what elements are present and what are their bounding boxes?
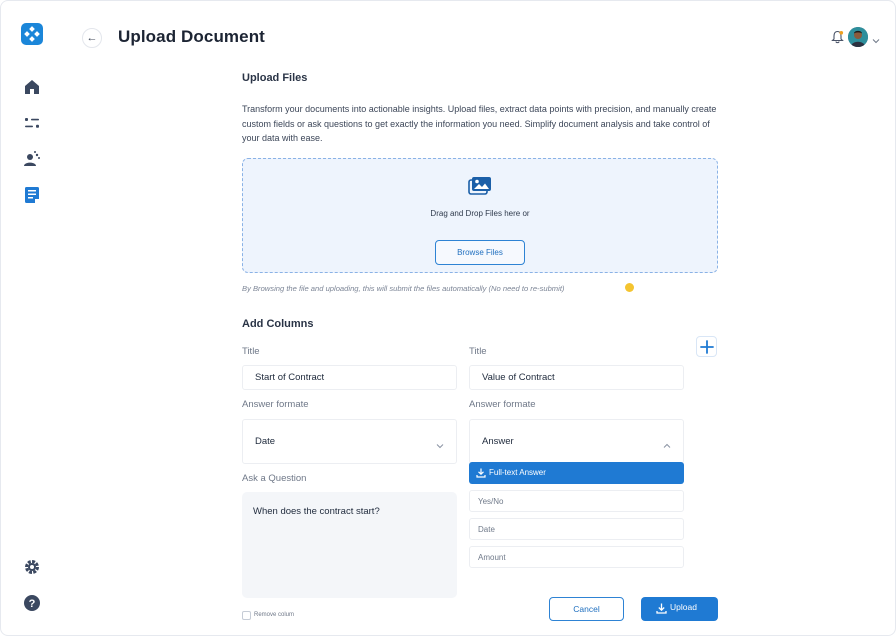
bell-icon[interactable] (831, 30, 844, 44)
cancel-button[interactable]: Cancel (549, 597, 624, 621)
remove-column-label: Remove colum (254, 612, 295, 618)
add-column-button[interactable] (696, 336, 717, 357)
auto-submit-note: By Browsing the file and uploading, this… (242, 284, 565, 293)
document-list-icon[interactable] (22, 185, 42, 205)
chevron-down-icon (436, 437, 444, 449)
arrow-left-icon: ← (86, 32, 98, 44)
chevron-down-icon[interactable] (872, 32, 880, 44)
download-icon (476, 468, 486, 478)
option-label: Full-text Answer (489, 468, 546, 477)
gear-icon[interactable] (22, 557, 42, 577)
answer-format-label: Answer formate (242, 399, 309, 410)
browse-files-button[interactable]: Browse Files (435, 240, 525, 265)
page-title: Upload Document (118, 27, 265, 46)
upload-files-heading: Upload Files (242, 72, 308, 84)
sliders-icon[interactable] (22, 113, 42, 133)
back-button[interactable]: ← (82, 28, 102, 48)
upload-button[interactable]: Upload (641, 597, 718, 621)
help-icon[interactable]: ? (22, 593, 42, 613)
answer-format-label: Answer formate (469, 399, 536, 410)
title-input[interactable]: Value of Contract (469, 365, 684, 390)
avatar[interactable] (848, 27, 868, 47)
ask-question-label: Ask a Question (242, 473, 307, 484)
remove-column-checkbox[interactable] (242, 611, 251, 620)
answer-format-select[interactable]: Answer (469, 419, 684, 464)
answer-format-select[interactable]: Date (242, 419, 457, 464)
dropzone-text: Drag and Drop Files here or (430, 209, 530, 218)
upload-label: Upload (670, 602, 697, 612)
format-option-date[interactable]: Date (469, 518, 684, 540)
format-option-yes-no[interactable]: Yes/No (469, 490, 684, 512)
app-logo[interactable] (21, 23, 43, 45)
svg-text:?: ? (29, 598, 36, 610)
chevron-up-icon (663, 437, 671, 448)
users-spark-icon[interactable] (22, 149, 42, 169)
images-icon (468, 176, 492, 196)
upload-description: Transform your documents into actionable… (242, 104, 717, 143)
download-icon (656, 603, 667, 614)
info-dot-icon (625, 283, 634, 292)
title-label: Title (242, 346, 260, 357)
home-icon[interactable] (22, 77, 42, 97)
add-columns-heading: Add Columns (242, 318, 314, 330)
format-option-amount[interactable]: Amount (469, 546, 684, 568)
question-textarea[interactable]: When does the contract start? (242, 492, 457, 598)
title-input[interactable]: Start of Contract (242, 365, 457, 390)
title-label: Title (469, 346, 487, 357)
plus-icon (700, 340, 714, 354)
format-option-full-text[interactable]: Full-text Answer (469, 462, 684, 484)
